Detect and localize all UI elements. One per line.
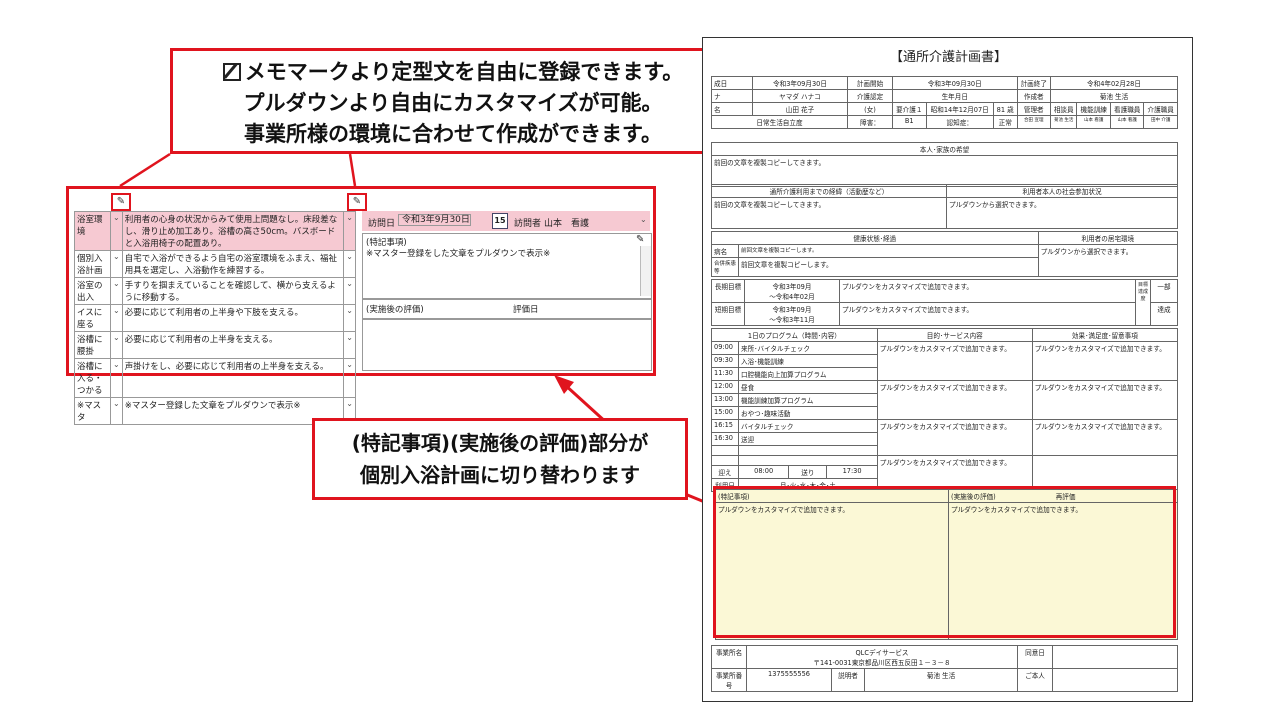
- table-row: 個別入浴計画 ⌄ 自宅で入浴ができるよう自宅の浴室環境をふまえ、福祉用具を選定し…: [74, 250, 356, 278]
- chevron-down-icon[interactable]: ⌄: [110, 211, 123, 251]
- feature-callout-memo: メモマークより定型文を自由に登録できます。 プルダウンより自由にカスタマイズが可…: [170, 48, 736, 154]
- visit-date-input[interactable]: 令和3年9月30日: [398, 214, 471, 226]
- wish-table: 本人･家族の希望 前回の文章を複製コピーしてきます。: [711, 142, 1178, 187]
- health-table: 健康状態･経過 利用者の居宅環境 病名 前回文章を複製コピーします。 プルダウン…: [711, 231, 1179, 277]
- chevron-down-icon[interactable]: ⌄: [343, 331, 356, 359]
- table-row: イスに座る ⌄ 必要に応じて利用者の上半身や下肢を支える。 ⌄: [74, 304, 356, 332]
- office-table: 事業所名 QLCデイサービス 〒141-0031東京都品川区西五反田１－３－８ 同…: [711, 645, 1178, 692]
- table-row: 浴室環境 ⌄ 利用者の心身の状況からみて使用上問題なし。床段差なし、滑り止め加工…: [74, 211, 356, 251]
- chevron-down-icon[interactable]: ⌄: [110, 277, 123, 305]
- history-table: 通所介護利用までの経緯（活動歴など） 利用者本人の社会参加状況 前回の文章を複製…: [711, 184, 1178, 229]
- special-eval-highlight: [713, 486, 1176, 638]
- chevron-down-icon[interactable]: ⌄: [343, 211, 356, 251]
- memo-edit-icon-right[interactable]: ✎: [347, 193, 367, 211]
- chevron-down-icon[interactable]: ⌄: [343, 250, 356, 278]
- evaluation-header: (実施後の評価) 評価日: [362, 299, 652, 319]
- bath-plan-table: 浴室環境 ⌄ 利用者の心身の状況からみて使用上問題なし。床段差なし、滑り止め加工…: [74, 211, 356, 425]
- table-row: 浴室の出入 ⌄ 手すりを掴まえていることを確認して、横から支えるように移動する。…: [74, 277, 356, 305]
- chevron-down-icon[interactable]: ⌄: [343, 277, 356, 305]
- table-row: 浴槽に入る・つかる ⌄ 声掛けをし、必要に応じて利用者の上半身を支える。 ⌄: [74, 358, 356, 398]
- calendar-icon[interactable]: 15: [492, 213, 508, 229]
- chevron-down-icon[interactable]: ⌄: [110, 250, 123, 278]
- edit-icon[interactable]: ✎: [636, 234, 644, 245]
- doc-header-table: 成日 令和3年09月30日 計画開始 令和3年09月30日 計画終了 令和4年0…: [711, 76, 1178, 129]
- special-notes-field[interactable]: (特記事項) ✎ ※マスター登録をした文章をプルダウンで表示※: [362, 233, 652, 299]
- scrollbar[interactable]: [640, 246, 651, 296]
- feature-callout-switch: (特記事項)(実施後の評価)部分が 個別入浴計画に切り替わります: [312, 418, 688, 500]
- memo-edit-icon-left[interactable]: ✎: [111, 193, 131, 211]
- visitor-select[interactable]: 山本 看護: [544, 216, 589, 229]
- chevron-down-icon[interactable]: ⌄: [343, 304, 356, 332]
- program-table: 1日のプログラム（時間･内容） 目的･サービス内容 効果･満足度･留意事項 09…: [711, 328, 1179, 492]
- table-row: 浴槽に腰掛 ⌄ 必要に応じて利用者の上半身を支える。 ⌄: [74, 331, 356, 359]
- visit-info-bar: 訪問日 令和3年9月30日 15 訪問者 山本 看護 ⌄: [362, 211, 650, 231]
- evaluation-field[interactable]: [362, 319, 652, 371]
- chevron-down-icon[interactable]: ⌄: [110, 304, 123, 332]
- chevron-down-icon[interactable]: ⌄: [110, 358, 123, 398]
- chevron-down-icon[interactable]: ⌄: [640, 215, 647, 224]
- chevron-down-icon[interactable]: ⌄: [110, 397, 123, 425]
- chevron-down-icon[interactable]: ⌄: [110, 331, 123, 359]
- document-title: 【通所介護計画書】: [889, 50, 1007, 65]
- memo-icon: [222, 63, 241, 81]
- goals-table: 長期目標 令和3年09月 ～令和4年02月 プルダウンをカスタマイズで追加できます…: [711, 279, 1178, 326]
- bath-plan-input-panel: ✎ ✎ 浴室環境 ⌄ 利用者の心身の状況からみて使用上問題なし。床段差なし、滑り…: [66, 186, 656, 425]
- chevron-down-icon[interactable]: ⌄: [343, 358, 356, 398]
